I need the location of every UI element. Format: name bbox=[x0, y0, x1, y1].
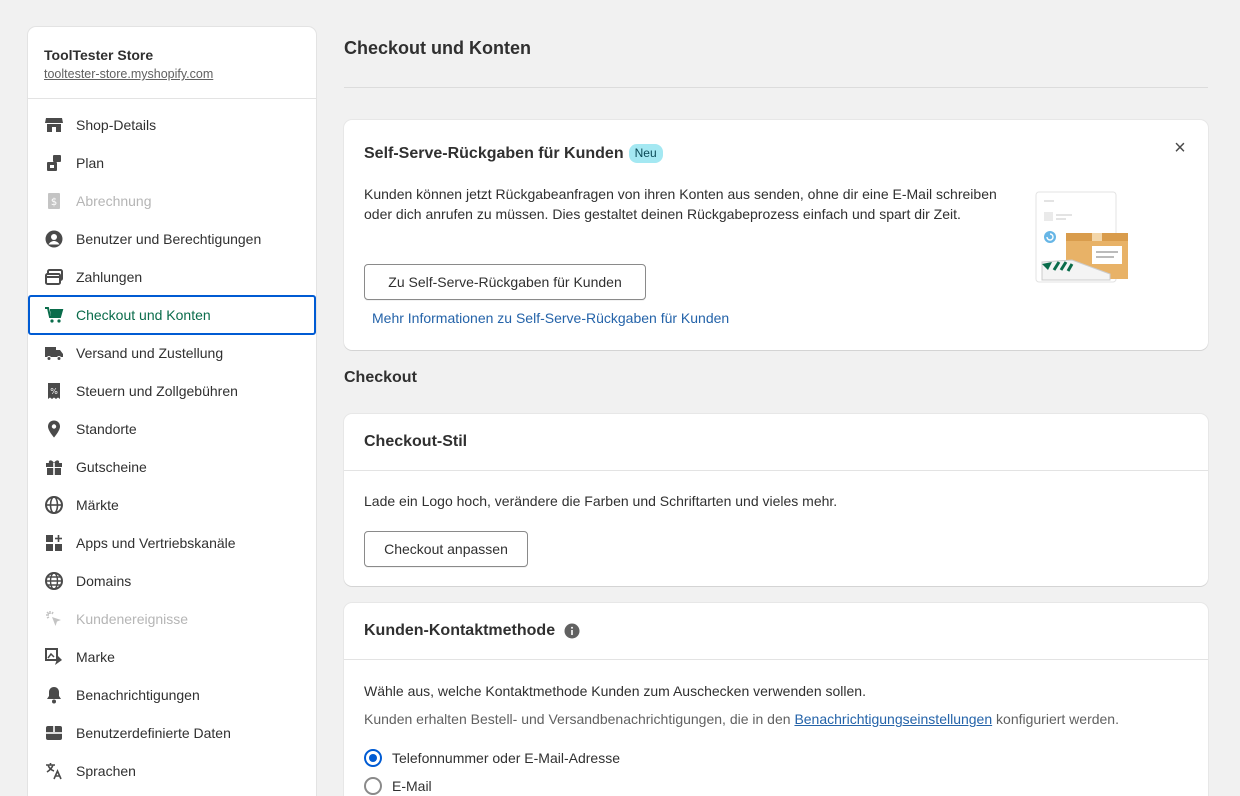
store-header: ToolTester Store tooltester-store.myshop… bbox=[28, 27, 316, 99]
sidebar-item-shipping[interactable]: Versand und Zustellung bbox=[28, 334, 316, 372]
sidebar-item-label: Shop-Details bbox=[76, 117, 157, 133]
gift-icon bbox=[44, 457, 64, 477]
sidebar-item-markets[interactable]: Märkte bbox=[28, 486, 316, 524]
brand-icon bbox=[44, 647, 64, 667]
location-icon bbox=[44, 419, 64, 439]
radio-option-email[interactable]: E-Mail bbox=[364, 777, 432, 795]
contact-method-question: Wähle aus, welche Kontaktmethode Kunden … bbox=[364, 683, 866, 699]
sidebar-item-custom-data[interactable]: Benutzerdefinierte Daten bbox=[28, 714, 316, 752]
promo-description: Kunden können jetzt Rückgabeanfragen von… bbox=[364, 186, 997, 222]
sidebar-item-notifications[interactable]: Benachrichtigungen bbox=[28, 676, 316, 714]
returns-illustration bbox=[1034, 190, 1134, 290]
promo-title: Self-Serve-Rückgaben für Kunden bbox=[364, 144, 624, 162]
checkout-style-description: Lade ein Logo hoch, verändere die Farben… bbox=[364, 493, 838, 509]
sidebar-item-checkout[interactable]: Checkout und Konten bbox=[28, 295, 316, 335]
user-icon bbox=[44, 229, 64, 249]
plan-icon bbox=[44, 153, 64, 173]
sidebar-item-taxes[interactable]: % Steuern und Zollgebühren bbox=[28, 372, 316, 410]
settings-sidebar: ToolTester Store tooltester-store.myshop… bbox=[28, 27, 316, 796]
billing-icon: $ bbox=[44, 191, 64, 211]
domain-globe-icon bbox=[44, 571, 64, 591]
sidebar-item-customer-events[interactable]: Kundenereignisse bbox=[28, 600, 316, 638]
sidebar-item-label: Abrechnung bbox=[76, 193, 152, 209]
sidebar-item-label: Plan bbox=[76, 155, 105, 171]
radio-label: Telefonnummer oder E-Mail-Adresse bbox=[392, 750, 620, 766]
sidebar-item-shop-details[interactable]: Shop-Details bbox=[28, 106, 316, 144]
title-divider bbox=[344, 87, 1208, 88]
sidebar-item-brand[interactable]: Marke bbox=[28, 638, 316, 676]
sidebar-item-label: Benachrichtigungen bbox=[76, 687, 200, 703]
sidebar-item-plan[interactable]: Plan bbox=[28, 144, 316, 182]
svg-text:$: $ bbox=[51, 197, 57, 208]
cursor-click-icon bbox=[44, 609, 64, 629]
store-name: ToolTester Store bbox=[44, 47, 154, 63]
store-url-link[interactable]: tooltester-store.myshopify.com bbox=[44, 67, 300, 82]
apps-icon bbox=[44, 533, 64, 553]
cart-icon bbox=[44, 305, 64, 325]
card-header: Checkout-Stil bbox=[344, 414, 1208, 471]
sidebar-item-billing[interactable]: $ Abrechnung bbox=[28, 182, 316, 220]
sidebar-item-languages[interactable]: Sprachen bbox=[28, 752, 316, 790]
sidebar-item-label: Gutscheine bbox=[76, 459, 147, 475]
sidebar-item-label: Standorte bbox=[76, 421, 137, 437]
radio-button[interactable] bbox=[364, 777, 382, 795]
sidebar-item-label: Steuern und Zollgebühren bbox=[76, 383, 238, 399]
notification-settings-link[interactable]: Benachrichtigungseinstellungen bbox=[794, 711, 992, 727]
truck-icon bbox=[44, 343, 64, 363]
sidebar-item-label: Märkte bbox=[76, 497, 119, 513]
new-badge: Neu bbox=[628, 144, 663, 163]
sidebar-item-locations[interactable]: Standorte bbox=[28, 410, 316, 448]
self-serve-returns-info-link[interactable]: Mehr Informationen zu Self-Serve-Rückgab… bbox=[372, 310, 729, 326]
settings-nav: Shop-Details Plan $ Abrechnung Benutzer … bbox=[28, 99, 316, 790]
customer-contact-method-card: Kunden-Kontaktmethode Wähle aus, welche … bbox=[344, 603, 1208, 796]
note-text-before: Kunden erhalten Bestell- und Versandbena… bbox=[364, 711, 795, 727]
contact-method-title: Kunden-Kontaktmethode bbox=[364, 622, 556, 639]
sidebar-item-label: Benutzerdefinierte Daten bbox=[76, 725, 231, 741]
info-icon[interactable] bbox=[564, 623, 580, 639]
sidebar-item-label: Apps und Vertriebskanäle bbox=[76, 535, 236, 551]
sidebar-item-label: Checkout und Konten bbox=[76, 307, 211, 323]
checkout-style-card: Checkout-Stil Lade ein Logo hoch, veränd… bbox=[344, 414, 1208, 586]
store-icon bbox=[44, 115, 64, 135]
promo-title-row: Self-Serve-Rückgaben für Kunden Neu bbox=[364, 144, 663, 163]
checkout-style-title: Checkout-Stil bbox=[364, 433, 468, 450]
customize-checkout-button[interactable]: Checkout anpassen bbox=[364, 531, 528, 567]
data-icon bbox=[44, 723, 64, 743]
sidebar-item-label: Versand und Zustellung bbox=[76, 345, 224, 361]
sidebar-item-label: Benutzer und Berechtigungen bbox=[76, 231, 262, 247]
self-serve-returns-card: Self-Serve-Rückgaben für Kunden Neu × Ku… bbox=[344, 120, 1208, 350]
sidebar-item-label: Sprachen bbox=[76, 763, 136, 779]
sidebar-item-label: Marke bbox=[76, 649, 115, 665]
contact-method-title-row: Kunden-Kontaktmethode bbox=[364, 622, 580, 640]
tax-icon: % bbox=[44, 381, 64, 401]
sidebar-item-label: Domains bbox=[76, 573, 132, 589]
go-to-self-serve-returns-button[interactable]: Zu Self-Serve-Rückgaben für Kunden bbox=[364, 264, 646, 300]
page-title: Checkout und Konten bbox=[344, 38, 531, 58]
svg-text:%: % bbox=[50, 387, 58, 396]
globe-icon bbox=[44, 495, 64, 515]
sidebar-item-apps[interactable]: Apps und Vertriebskanäle bbox=[28, 524, 316, 562]
translate-icon bbox=[44, 761, 64, 781]
radio-button-selected[interactable] bbox=[364, 749, 382, 767]
sidebar-item-label: Zahlungen bbox=[76, 269, 143, 285]
sidebar-item-label: Kundenereignisse bbox=[76, 611, 189, 627]
sidebar-item-payments[interactable]: Zahlungen bbox=[28, 258, 316, 296]
close-icon[interactable]: × bbox=[1170, 137, 1190, 159]
sidebar-item-domains[interactable]: Domains bbox=[28, 562, 316, 600]
radio-label: E-Mail bbox=[392, 778, 432, 794]
contact-method-note: Kunden erhalten Bestell- und Versandbena… bbox=[364, 711, 1119, 727]
note-text-after: konfiguriert werden. bbox=[992, 711, 1119, 727]
card-header: Kunden-Kontaktmethode bbox=[344, 603, 1208, 660]
sidebar-item-gift-cards[interactable]: Gutscheine bbox=[28, 448, 316, 486]
payments-icon bbox=[44, 267, 64, 287]
bell-icon bbox=[44, 685, 64, 705]
radio-option-phone-or-email[interactable]: Telefonnummer oder E-Mail-Adresse bbox=[364, 749, 620, 767]
sidebar-item-users[interactable]: Benutzer und Berechtigungen bbox=[28, 220, 316, 258]
checkout-section-heading: Checkout bbox=[344, 369, 417, 386]
